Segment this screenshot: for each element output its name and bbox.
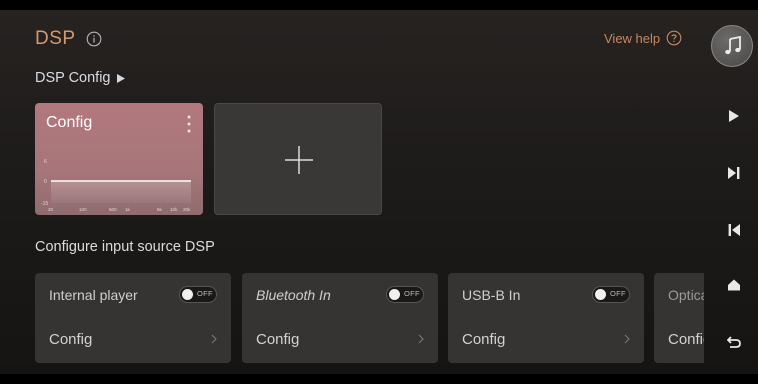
next-track-icon[interactable] [727,166,741,180]
source-card-optical-in: Optical In Config [654,273,704,363]
help-icon [666,30,682,46]
more-options-icon[interactable] [187,115,191,133]
dsp-config-label[interactable]: DSP Config [35,70,125,86]
source-card-usb-b-in: USB-B In OFF Config [448,273,644,363]
source-name: Optical In [668,287,704,303]
dsp-screen: DSP View help DSP Config Config 6 0 -15 … [0,10,758,374]
source-config-link[interactable]: Config [462,331,505,348]
source-name: USB-B In [462,287,521,303]
x-tick-label: 20k [183,207,191,212]
y-tick-label: 0 [44,179,47,185]
add-preset-button[interactable] [214,103,382,215]
view-help-label: View help [604,30,661,46]
previous-track-icon[interactable] [727,223,741,237]
dsp-toggle[interactable]: OFF [386,286,424,303]
music-note-icon [725,36,741,55]
x-tick-label: 10k [170,207,178,212]
toggle-knob [595,289,606,300]
dsp-toggle[interactable]: OFF [592,286,630,303]
dsp-preset-card[interactable]: Config 6 0 -15 20 100 500 1k 5k 10k 20k [35,103,203,215]
music-player-button[interactable] [711,25,753,67]
source-config-link[interactable]: Config [256,331,299,348]
source-card-bluetooth-in: Bluetooth In OFF Config [242,273,438,363]
play-icon[interactable] [727,109,741,123]
toggle-state: OFF [197,289,213,298]
triangle-right-icon [116,73,125,83]
source-config-link[interactable]: Config [668,331,704,348]
toggle-knob [389,289,400,300]
y-tick-label: 6 [44,159,47,165]
x-tick-label: 1k [125,207,131,212]
input-source-label: Configure input source DSP [35,239,215,255]
source-config-link[interactable]: Config [49,331,92,348]
plus-icon [285,146,313,174]
chevron-right-icon [211,334,217,344]
back-icon[interactable] [727,335,741,349]
x-tick-label: 20 [48,207,54,212]
source-name: Bluetooth In [256,287,331,303]
preset-name: Config [46,114,93,131]
toggle-state: OFF [610,289,626,298]
view-help-link[interactable]: View help [604,30,682,46]
toggle-knob [182,289,193,300]
chevron-right-icon [418,334,424,344]
source-name: Internal player [49,287,138,303]
info-icon[interactable] [86,31,102,47]
page-title: DSP [35,28,76,49]
x-tick-label: 5k [157,207,163,212]
source-card-internal-player: Internal player OFF Config [35,273,231,363]
toggle-state: OFF [404,289,420,298]
title-row: DSP [35,28,102,50]
dsp-config-text: DSP Config [35,70,111,86]
x-tick-label: 100 [79,207,87,212]
x-tick-label: 500 [109,207,117,212]
eq-curve-graph: 6 0 -15 20 100 500 1k 5k 10k 20k [41,159,191,212]
dsp-toggle[interactable]: OFF [179,286,217,303]
playback-sidebar [708,10,758,374]
chevron-right-icon [624,334,630,344]
home-icon[interactable] [727,278,741,292]
